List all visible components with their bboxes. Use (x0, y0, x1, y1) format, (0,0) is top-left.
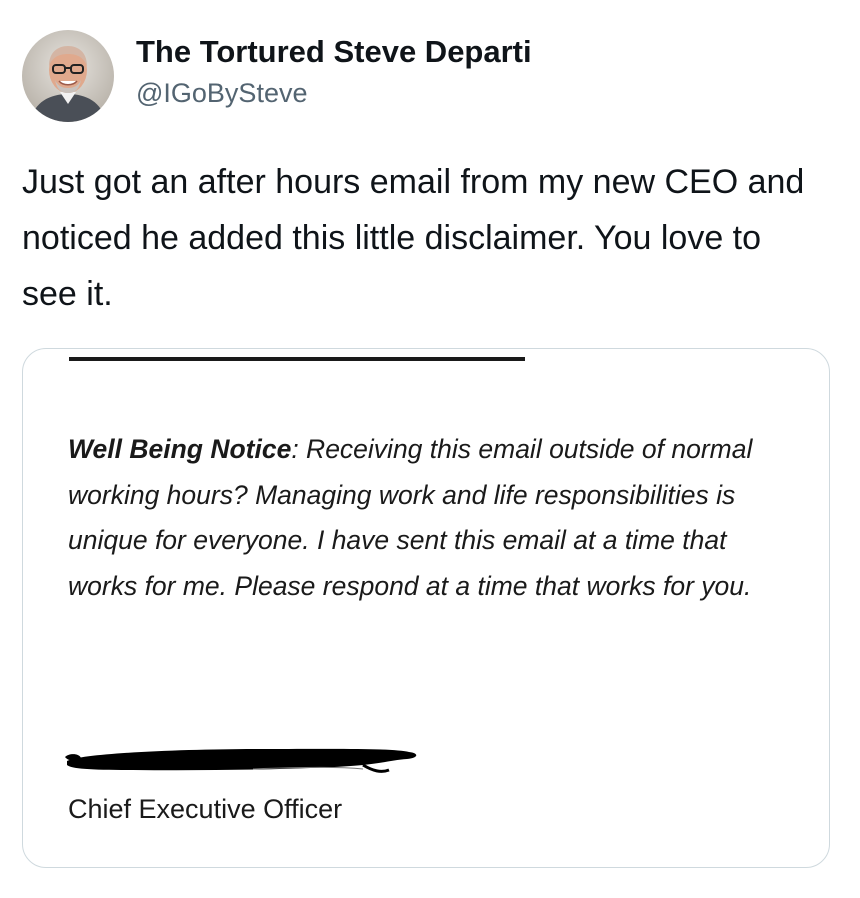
tweet-text: Just got an after hours email from my ne… (22, 163, 805, 313)
well-being-notice: Well Being Notice: Receiving this email … (68, 427, 788, 609)
tweet-header: The Tortured Steve Departi @IGoBySteve (22, 28, 588, 124)
user-handle[interactable]: @IGoBySteve (136, 76, 588, 110)
redaction-mark (63, 743, 423, 779)
avatar-photo-icon (22, 30, 114, 122)
notice-label: Well Being Notice (68, 434, 292, 464)
signature-title: Chief Executive Officer (68, 794, 343, 824)
redacted-name-icon (65, 748, 417, 773)
author-block: The Tortured Steve Departi @IGoBySteve (136, 32, 588, 110)
display-name[interactable]: The Tortured Steve Departi (136, 32, 588, 72)
signature-divider (69, 357, 525, 361)
avatar[interactable] (22, 30, 114, 122)
email-screenshot-card[interactable]: Well Being Notice: Receiving this email … (22, 348, 830, 868)
